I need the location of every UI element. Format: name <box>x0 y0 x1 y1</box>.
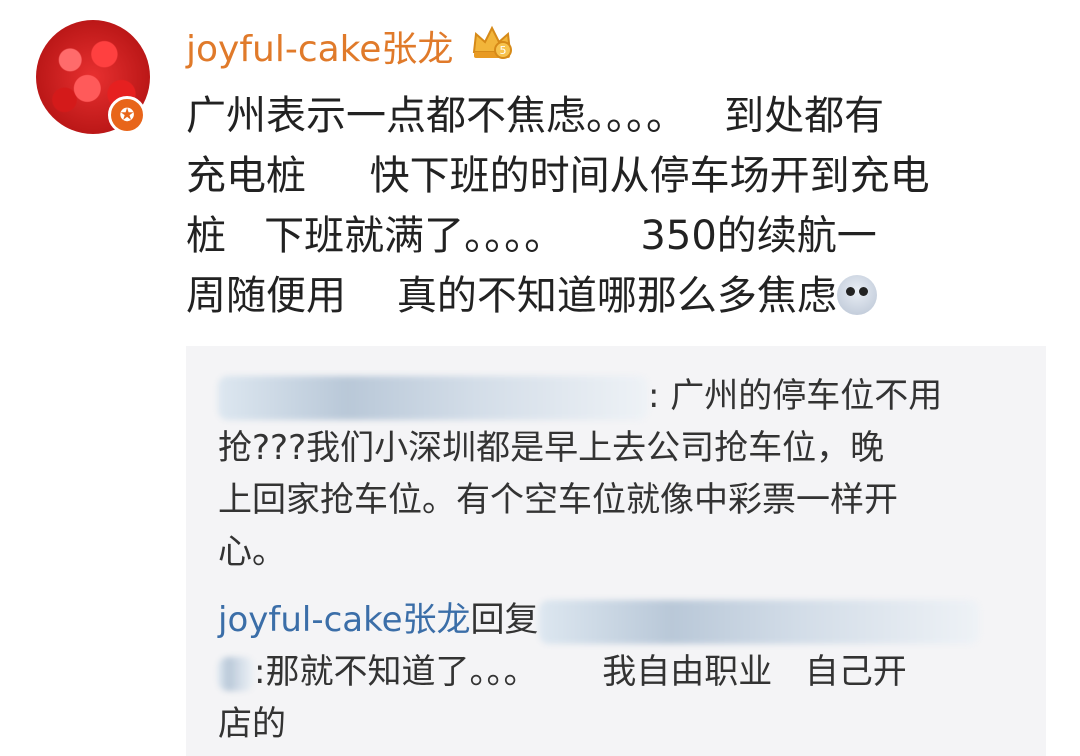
crown-icon: 5 <box>472 25 512 59</box>
comment-text: 广州表示一点都不焦虑。。。。 到处都有 充电桩 快下班的时间从停车场开到充电 桩… <box>186 86 1056 326</box>
author-reply: joyful-cake张龙回复 :那就不知道了。。。 我自由职业 自己开 店的 <box>218 594 1018 750</box>
quoted-reply: : 广州的停车位不用 抢???我们小深圳都是早上去公司抢车位，晚 上回家抢车位。… <box>218 370 1018 578</box>
star-badge-icon: ✪ <box>108 96 146 134</box>
reply-text: 店的 <box>218 704 286 744</box>
reply-word: 回复 <box>470 600 539 640</box>
reply-text: :那就不知道了。。。 我自由职业 自己开 <box>254 652 907 692</box>
comment-line: 桩 下班就满了。。。。 350的续航一 <box>186 213 877 259</box>
quoted-reply-line: 上回家抢车位。有个空车位就像中彩票一样开 <box>218 480 898 520</box>
dizzy-face-emoji-icon <box>836 275 877 315</box>
quoted-reply-line: 心。 <box>218 532 286 572</box>
svg-text:5: 5 <box>500 44 507 57</box>
blurred-username <box>218 375 648 420</box>
comment-line: 广州表示一点都不焦虑。。。。 到处都有 <box>186 93 885 139</box>
username[interactable]: joyful-cake张龙 <box>186 20 453 72</box>
reply-author-name[interactable]: joyful-cake张龙 <box>218 600 471 640</box>
blurred-username <box>218 656 254 691</box>
quoted-reply-line: 抢???我们小深圳都是早上去公司抢车位，晚 <box>218 428 885 468</box>
quoted-reply-text: : 广州的停车位不用 <box>648 376 943 416</box>
comment-line: 周随便用 真的不知道哪那么多焦虑 <box>186 266 1056 326</box>
blurred-username <box>538 599 979 644</box>
comment-line: 充电桩 快下班的时间从停车场开到充电 <box>186 153 930 199</box>
